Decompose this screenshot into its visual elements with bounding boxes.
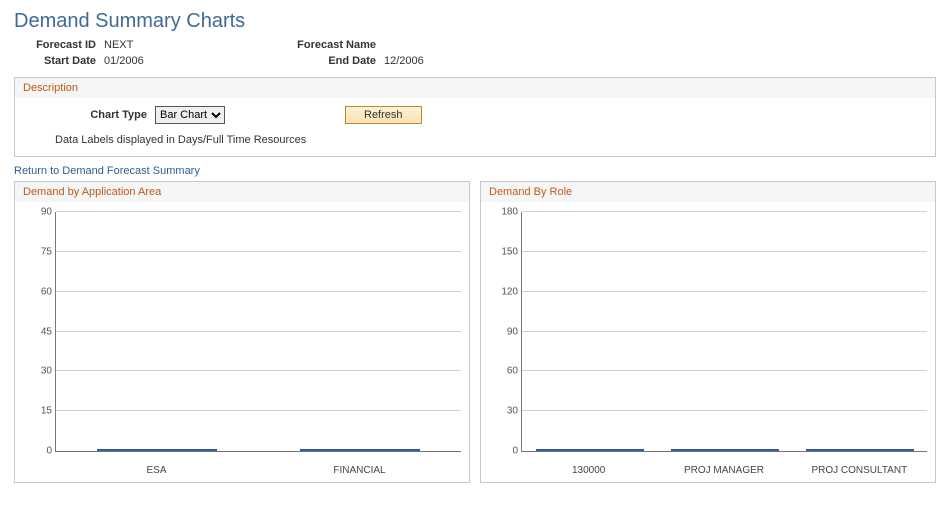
chart-area-right: 0306090120150180130000PROJ MANAGERPROJ C… <box>481 202 935 482</box>
chart-panel-application-area: Demand by Application Area 0153045607590… <box>14 181 470 483</box>
x-labels: ESAFINANCIAL <box>55 465 461 476</box>
end-date-value: 12/2006 <box>384 55 424 67</box>
chart-area-left: 0153045607590ESAFINANCIAL <box>15 202 469 482</box>
y-tick-label: 0 <box>16 446 52 457</box>
charts-row: Demand by Application Area 0153045607590… <box>14 181 936 483</box>
chart-type-select[interactable]: Bar Chart <box>155 106 225 124</box>
y-tick-label: 180 <box>482 207 518 218</box>
chart-panel-role: Demand By Role 0306090120150180130000PRO… <box>480 181 936 483</box>
data-labels-hint: Data Labels displayed in Days/Full Time … <box>55 134 925 146</box>
description-panel-header: Description <box>15 78 935 98</box>
forecast-id-label: Forecast ID <box>14 39 104 51</box>
page-title: Demand Summary Charts <box>14 10 936 33</box>
bar <box>671 449 779 451</box>
bar-slot <box>259 449 462 451</box>
y-tick-label: 90 <box>482 326 518 337</box>
return-link[interactable]: Return to Demand Forecast Summary <box>14 165 200 177</box>
chart-title-role: Demand By Role <box>481 182 935 202</box>
bar-slot <box>792 449 927 451</box>
y-tick-label: 150 <box>482 246 518 257</box>
x-tick-label: PROJ CONSULTANT <box>792 465 927 476</box>
start-date-label: Start Date <box>14 55 104 67</box>
chart-title-application-area: Demand by Application Area <box>15 182 469 202</box>
y-tick-label: 30 <box>482 406 518 417</box>
y-tick-label: 0 <box>482 446 518 457</box>
bar-slot <box>56 449 259 451</box>
y-tick-label: 30 <box>16 366 52 377</box>
x-tick-label: FINANCIAL <box>258 465 461 476</box>
x-tick-label: ESA <box>55 465 258 476</box>
y-tick-label: 75 <box>16 246 52 257</box>
bar <box>536 449 644 451</box>
x-labels: 130000PROJ MANAGERPROJ CONSULTANT <box>521 465 927 476</box>
x-tick-label: PROJ MANAGER <box>656 465 791 476</box>
refresh-button[interactable]: Refresh <box>345 106 422 124</box>
bars-container <box>56 212 461 451</box>
y-tick-label: 120 <box>482 286 518 297</box>
y-tick-label: 45 <box>16 326 52 337</box>
bar <box>300 449 420 451</box>
bar <box>806 449 914 451</box>
bar-slot <box>657 449 792 451</box>
bars-container <box>522 212 927 451</box>
y-tick-label: 60 <box>482 366 518 377</box>
description-panel: Description Chart Type Bar Chart Refresh… <box>14 77 936 157</box>
bar-slot <box>522 449 657 451</box>
plot-area: 0306090120150180 <box>521 212 927 452</box>
y-tick-label: 90 <box>16 207 52 218</box>
plot-area: 0153045607590 <box>55 212 461 452</box>
chart-type-label: Chart Type <box>25 109 155 121</box>
form-area: Forecast ID NEXT Forecast Name Start Dat… <box>14 39 936 67</box>
forecast-id-value: NEXT <box>104 39 133 51</box>
y-tick-label: 15 <box>16 406 52 417</box>
x-tick-label: 130000 <box>521 465 656 476</box>
bar <box>97 449 217 451</box>
forecast-name-label: Forecast Name <box>274 39 384 51</box>
start-date-value: 01/2006 <box>104 55 144 67</box>
end-date-label: End Date <box>274 55 384 67</box>
y-tick-label: 60 <box>16 286 52 297</box>
